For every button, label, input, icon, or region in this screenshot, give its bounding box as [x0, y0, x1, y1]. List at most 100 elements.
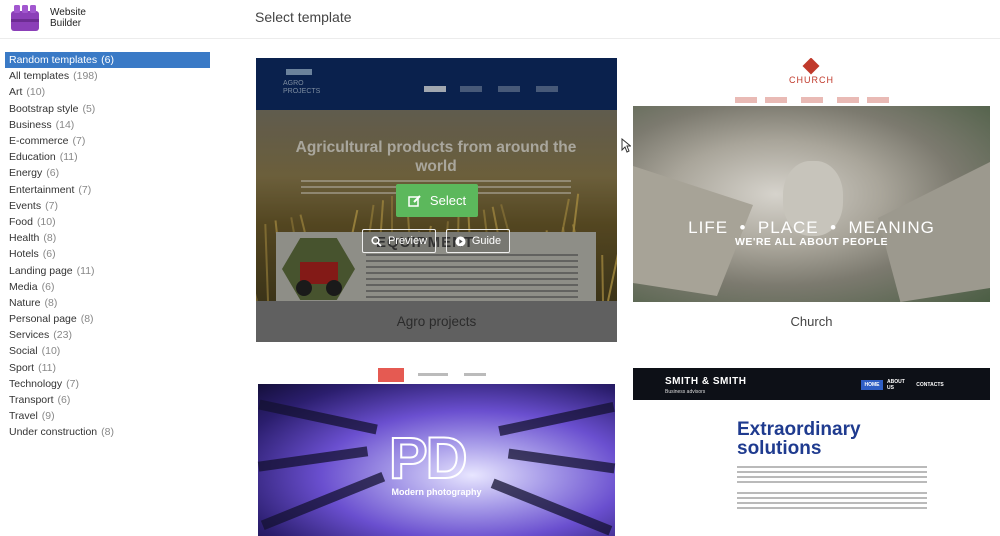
category-name: Business: [9, 118, 52, 131]
category-item[interactable]: Technology (7): [5, 376, 210, 392]
preview-brand-tagline: Business advisors: [665, 389, 706, 395]
category-count: (7): [66, 377, 79, 390]
category-item[interactable]: Media (6): [5, 279, 210, 295]
page-title: Select template: [255, 9, 352, 25]
logo-line-2: Builder: [50, 18, 82, 29]
category-name: Energy: [9, 167, 43, 180]
preview-subtagline: WE'RE ALL ABOUT PEOPLE: [734, 236, 889, 248]
logo-line-1: Website: [50, 7, 86, 18]
preview-logo: PD: [388, 426, 469, 491]
tunnel-stripe: [507, 448, 616, 474]
category-name: Health: [9, 232, 40, 245]
category-item[interactable]: Bootstrap style (5): [5, 101, 210, 117]
category-name: All templates: [9, 70, 70, 83]
category-count: (6): [46, 167, 60, 180]
category-count: (14): [55, 118, 75, 131]
category-name: Art: [9, 86, 23, 99]
category-item[interactable]: Entertainment (7): [5, 182, 210, 198]
category-count: (198): [73, 70, 98, 83]
category-item[interactable]: Art (10): [5, 84, 210, 100]
category-count: (10): [26, 86, 46, 99]
category-count: (11): [38, 361, 57, 374]
category-count: (6): [41, 280, 55, 293]
category-item[interactable]: Health (8): [5, 230, 210, 246]
template-name: Church: [790, 314, 833, 329]
tunnel-stripe: [258, 399, 378, 435]
template-card-smith-and-smith[interactable]: SMITH & SMITH Business advisors HOME ABO…: [633, 366, 990, 536]
preview-menu-item: [801, 97, 823, 103]
preview-menu-item: [837, 97, 859, 103]
edit-icon: [408, 194, 422, 208]
category-item[interactable]: Nature (8): [5, 295, 210, 311]
mouse-cursor-icon: [621, 137, 632, 153]
category-name: Travel: [9, 410, 38, 423]
category-count: (23): [53, 329, 72, 342]
category-item[interactable]: Hotels (6): [5, 246, 210, 262]
category-name: Services: [9, 329, 50, 342]
template-thumbnail: PD Modern photography: [256, 366, 617, 536]
category-item[interactable]: Landing page (11): [5, 262, 210, 278]
category-count: (11): [76, 264, 95, 277]
category-item[interactable]: Food (10): [5, 214, 210, 230]
template-thumbnail: CHURCH LIFE • PLACE • MEANING WE'RE ALL …: [633, 58, 990, 302]
category-name: Random templates: [9, 54, 98, 67]
category-item[interactable]: Business (14): [5, 117, 210, 133]
category-item[interactable]: Random templates (6): [5, 52, 210, 69]
tunnel-stripe: [257, 446, 369, 472]
guide-button-label: Guide: [471, 235, 502, 247]
category-count: (7): [78, 183, 92, 196]
category-item[interactable]: Social (10): [5, 343, 210, 359]
category-name: Under construction: [9, 426, 98, 439]
category-item[interactable]: Personal page (8): [5, 311, 210, 327]
category-count: (6): [42, 248, 56, 261]
category-count: (10): [36, 215, 56, 228]
category-item[interactable]: Under construction (8): [5, 424, 210, 440]
select-button[interactable]: Select: [396, 184, 478, 217]
category-item[interactable]: All templates (198): [5, 68, 210, 84]
preview-menu-item: [765, 97, 787, 103]
category-item[interactable]: Energy (6): [5, 165, 210, 181]
category-count: (9): [41, 410, 55, 423]
category-name: Food: [9, 215, 33, 228]
preview-menu-item: [464, 373, 486, 376]
category-item[interactable]: Education (11): [5, 149, 210, 165]
preview-menu-item: [735, 97, 757, 103]
template-card-church[interactable]: CHURCH LIFE • PLACE • MEANING WE'RE ALL …: [633, 58, 990, 342]
category-item[interactable]: E-commerce (7): [5, 133, 210, 149]
category-count: (6): [57, 394, 71, 407]
category-item[interactable]: Transport (6): [5, 392, 210, 408]
angel-statue-image: [633, 106, 990, 302]
app-logo[interactable]: Website Builder: [8, 2, 118, 34]
template-card-agro-projects[interactable]: AGRO PROJECTS Agricultural products from…: [256, 58, 617, 342]
category-count: (6): [101, 54, 114, 67]
category-name: Landing page: [9, 264, 73, 277]
category-item[interactable]: Events (7): [5, 198, 210, 214]
template-card-modern-photography[interactable]: PD Modern photography: [256, 366, 617, 536]
category-item[interactable]: Travel (9): [5, 408, 210, 424]
building-blocks-icon: [8, 3, 44, 33]
preview-button-label: Preview: [387, 235, 428, 247]
preview-menu-item: HOME: [861, 380, 883, 390]
category-name: E-commerce: [9, 135, 69, 148]
tunnel-stripe: [260, 472, 386, 530]
guide-button[interactable]: Guide: [446, 229, 510, 253]
category-name: Social: [9, 345, 38, 358]
select-button-label: Select: [429, 193, 467, 208]
category-count: (10): [41, 345, 61, 358]
category-item[interactable]: Sport (11): [5, 360, 210, 376]
preview-heading: Extraordinary solutions: [737, 419, 861, 459]
category-name: Nature: [9, 296, 41, 309]
category-count: (8): [101, 426, 114, 439]
preview-navbar: SMITH & SMITH Business advisors HOME ABO…: [633, 368, 990, 400]
preview-menu-item: CONTACTS: [916, 382, 944, 388]
category-item[interactable]: Services (23): [5, 327, 210, 343]
preview-tagline: LIFE • PLACE • MEANING: [688, 218, 935, 237]
category-name: Bootstrap style: [9, 102, 79, 115]
search-icon: [371, 235, 382, 247]
preview-text: [737, 466, 927, 484]
category-count: (7): [45, 199, 58, 212]
preview-menu-item: [867, 97, 889, 103]
preview-button[interactable]: Preview: [362, 229, 436, 253]
preview-brand: SMITH & SMITH: [665, 376, 747, 387]
category-name: Hotels: [9, 248, 39, 261]
